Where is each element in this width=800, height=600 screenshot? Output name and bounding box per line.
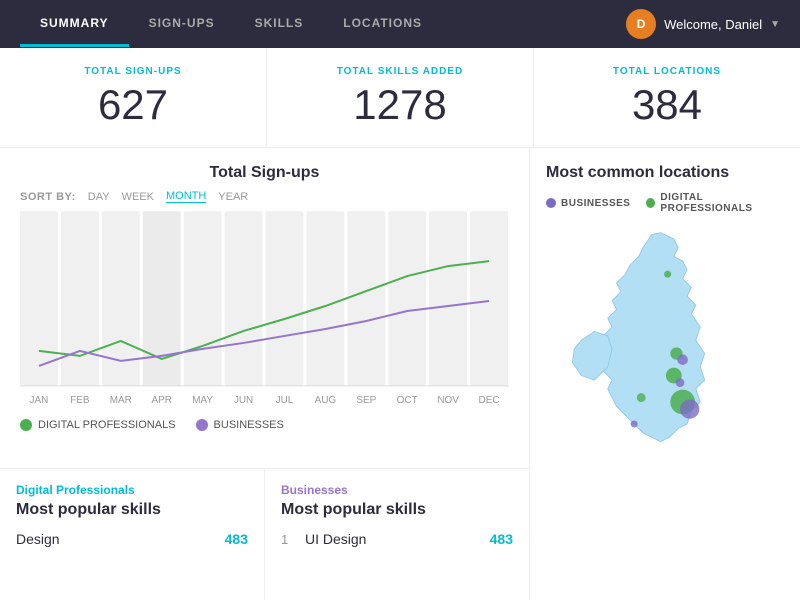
skill-item-design: Design 483 bbox=[16, 531, 248, 547]
chart-title: Total Sign-ups bbox=[20, 164, 509, 182]
uk-map-svg bbox=[546, 222, 784, 582]
user-menu[interactable]: D Welcome, Daniel ▼ bbox=[626, 9, 780, 39]
map-legend-businesses: BUSINESSES bbox=[546, 192, 630, 214]
nav-tabs: SUMMARY SIGN-UPS SKILLS LOCATIONS bbox=[20, 2, 442, 47]
sort-bar: SORT BY: DAY WEEK MONTH YEAR bbox=[20, 190, 509, 203]
svg-text:DEC: DEC bbox=[479, 395, 500, 406]
stat-signups-value: 627 bbox=[98, 81, 168, 129]
left-panel: Total Sign-ups SORT BY: DAY WEEK MONTH Y… bbox=[0, 148, 530, 600]
skill-name-design: Design bbox=[16, 531, 217, 547]
skills-digital-col: Digital Professionals Most popular skill… bbox=[0, 469, 265, 600]
tab-signups[interactable]: SIGN-UPS bbox=[129, 2, 235, 47]
svg-text:OCT: OCT bbox=[397, 395, 418, 406]
svg-text:SEP: SEP bbox=[356, 395, 376, 406]
chevron-down-icon: ▼ bbox=[770, 19, 780, 30]
svg-text:MAY: MAY bbox=[192, 395, 213, 406]
skills-biz-col: Businesses Most popular skills 1 UI Desi… bbox=[265, 469, 529, 600]
map-legend-dot-businesses bbox=[546, 198, 556, 208]
svg-text:FEB: FEB bbox=[70, 395, 90, 406]
map-legend: BUSINESSES DIGITAL PROFESSIONALS bbox=[546, 192, 784, 214]
map-legend-label-businesses: BUSINESSES bbox=[561, 198, 630, 209]
skills-row: Digital Professionals Most popular skill… bbox=[0, 468, 529, 600]
legend-label-digital: DIGITAL PROFESSIONALS bbox=[38, 419, 176, 431]
map-container bbox=[546, 222, 784, 582]
legend-dot-businesses bbox=[196, 419, 208, 431]
tab-skills[interactable]: SKILLS bbox=[235, 2, 324, 47]
sort-month[interactable]: MONTH bbox=[166, 190, 206, 203]
skill-count-biz-design: 483 bbox=[490, 531, 513, 547]
map-title: Most common locations bbox=[546, 164, 784, 182]
stat-skills: TOTAL SKILLS ADDED 1278 bbox=[267, 48, 534, 147]
svg-text:JUL: JUL bbox=[276, 395, 294, 406]
map-legend-dot-digital bbox=[646, 198, 655, 208]
navigation: SUMMARY SIGN-UPS SKILLS LOCATIONS D Welc… bbox=[0, 0, 800, 48]
svg-text:JUN: JUN bbox=[234, 395, 253, 406]
legend-businesses: BUSINESSES bbox=[196, 419, 284, 431]
svg-text:MAR: MAR bbox=[110, 395, 132, 406]
map-legend-label-digital: DIGITAL PROFESSIONALS bbox=[660, 192, 784, 214]
sort-day[interactable]: DAY bbox=[88, 191, 110, 203]
stat-skills-label: TOTAL SKILLS ADDED bbox=[337, 66, 464, 77]
stats-row: TOTAL SIGN-UPS 627 TOTAL SKILLS ADDED 12… bbox=[0, 48, 800, 148]
legend-label-businesses: BUSINESSES bbox=[214, 419, 284, 431]
skills-digital-category: Digital Professionals bbox=[16, 483, 248, 497]
sort-week[interactable]: WEEK bbox=[122, 191, 154, 203]
stat-signups-label: TOTAL SIGN-UPS bbox=[84, 66, 181, 77]
skills-biz-heading: Most popular skills bbox=[281, 501, 513, 519]
tab-locations[interactable]: LOCATIONS bbox=[323, 2, 442, 47]
skill-name-biz-design: UI Design bbox=[305, 531, 482, 547]
chart-svg: JAN FEB MAR APR MAY JUN JUL AUG SEP OCT … bbox=[20, 211, 509, 411]
map-legend-digital: DIGITAL PROFESSIONALS bbox=[646, 192, 784, 214]
legend-dot-digital bbox=[20, 419, 32, 431]
stat-skills-value: 1278 bbox=[353, 81, 446, 129]
main-content: Total Sign-ups SORT BY: DAY WEEK MONTH Y… bbox=[0, 148, 800, 600]
stat-locations-value: 384 bbox=[632, 81, 702, 129]
sort-label: SORT BY: bbox=[20, 191, 76, 203]
legend-digital: DIGITAL PROFESSIONALS bbox=[20, 419, 176, 431]
svg-text:NOV: NOV bbox=[437, 395, 459, 406]
svg-text:APR: APR bbox=[151, 395, 171, 406]
chart-section: Total Sign-ups SORT BY: DAY WEEK MONTH Y… bbox=[0, 148, 529, 468]
skill-item-biz-design: 1 UI Design 483 bbox=[281, 531, 513, 547]
stat-locations-label: TOTAL LOCATIONS bbox=[613, 66, 721, 77]
chart-area: JAN FEB MAR APR MAY JUN JUL AUG SEP OCT … bbox=[20, 211, 509, 411]
svg-text:AUG: AUG bbox=[315, 395, 337, 406]
sort-year[interactable]: YEAR bbox=[218, 191, 248, 203]
skills-digital-heading: Most popular skills bbox=[16, 501, 248, 519]
skill-count-design: 483 bbox=[225, 531, 248, 547]
user-greeting: Welcome, Daniel bbox=[664, 17, 762, 32]
chart-legend: DIGITAL PROFESSIONALS BUSINESSES bbox=[20, 419, 509, 431]
skill-rank-1: 1 bbox=[281, 532, 297, 547]
skills-biz-category: Businesses bbox=[281, 483, 513, 497]
tab-summary[interactable]: SUMMARY bbox=[20, 2, 129, 47]
stat-signups: TOTAL SIGN-UPS 627 bbox=[0, 48, 267, 147]
avatar: D bbox=[626, 9, 656, 39]
right-panel: Most common locations BUSINESSES DIGITAL… bbox=[530, 148, 800, 600]
svg-text:JAN: JAN bbox=[30, 395, 49, 406]
stat-locations: TOTAL LOCATIONS 384 bbox=[534, 48, 800, 147]
